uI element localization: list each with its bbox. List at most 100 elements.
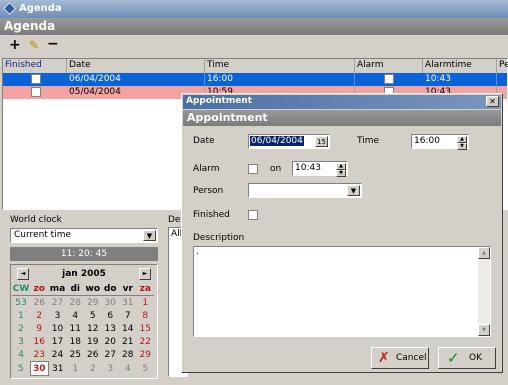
main-title-bar[interactable]: Agenda [0, 0, 508, 18]
calendar-day[interactable]: 6 [102, 309, 120, 322]
time-spinner[interactable]: ▲ ▼ [457, 136, 467, 150]
calendar-week-number: 1 [18, 310, 24, 321]
calendar-day-today[interactable]: 30 [29, 361, 49, 376]
cancel-button[interactable]: ✗ Cancel [371, 347, 429, 369]
calendar-day[interactable]: 17 [49, 335, 67, 348]
app-icon [3, 2, 16, 15]
date-field[interactable]: 06/04/2004 15 [248, 134, 330, 149]
calendar-day[interactable]: 18 [67, 335, 85, 348]
calendar-day[interactable]: 4 [67, 309, 85, 322]
ok-button[interactable]: ✓ OK [438, 347, 496, 369]
finished-checkbox[interactable] [31, 74, 41, 84]
column-header-alarm[interactable]: Alarm [355, 59, 423, 73]
finished-checkbox[interactable] [31, 87, 41, 97]
person-select[interactable]: ▼ [248, 183, 362, 198]
calendar-day[interactable]: 3 [49, 309, 67, 322]
calendar-day[interactable]: 13 [102, 322, 120, 335]
column-header-person[interactable]: Pe [497, 59, 508, 73]
calendar-day[interactable]: 27 [49, 296, 67, 310]
calendar-day[interactable]: 26 [84, 348, 102, 362]
calendar-day[interactable]: 14 [119, 322, 137, 335]
calendar-day[interactable]: 1 [137, 296, 155, 310]
column-header-time[interactable]: Time [205, 59, 355, 73]
calendar-day-header: wo [84, 282, 102, 296]
cell-date: 06/04/2004 [67, 73, 205, 86]
column-header-alarmtime[interactable]: Alarmtime [423, 59, 497, 73]
calendar-day[interactable]: 7 [119, 309, 137, 322]
chevron-down-icon[interactable]: ▼ [347, 185, 360, 196]
alarm-checkbox[interactable] [384, 74, 394, 84]
calendar-day[interactable]: 8 [137, 309, 155, 322]
add-button[interactable]: + [9, 37, 21, 53]
remove-button[interactable]: − [47, 36, 59, 52]
description-value: . [196, 247, 199, 257]
calendar-day[interactable]: 30 [102, 296, 120, 310]
column-header-finished[interactable]: Finished [3, 59, 67, 73]
alarm-on-label: on [270, 164, 282, 174]
calendar-day[interactable]: 24 [49, 348, 67, 362]
calendar-day-header: ma [48, 282, 67, 296]
calendar-day[interactable]: 25 [67, 348, 85, 362]
page-title: Agenda [4, 19, 56, 33]
alarm-checkbox[interactable] [248, 164, 258, 174]
calendar-day[interactable]: 21 [119, 335, 137, 348]
calendar-day[interactable]: 16 [30, 335, 49, 348]
chevron-right-icon: ► [142, 270, 148, 277]
clock-time: 11: 20: 45 [60, 249, 108, 259]
calendar-day[interactable]: 15 [137, 322, 155, 335]
calendar-day[interactable]: 23 [30, 348, 49, 362]
calendar-day[interactable]: 27 [102, 348, 120, 362]
alarm-label: Alarm [193, 164, 220, 174]
scroll-down-icon[interactable]: ▼ [478, 324, 490, 336]
calendar-day[interactable]: 4 [119, 362, 137, 376]
calendar-day[interactable]: 2 [30, 309, 49, 322]
calendar-day[interactable]: 29 [84, 296, 102, 310]
month-calendar: ◄ jan 2005 ► CW zo ma di wo do vr za 53 26 27 28 29 3… [10, 264, 158, 379]
calendar-next-button[interactable]: ► [139, 268, 151, 280]
close-icon: ✕ [489, 97, 496, 106]
cell-alarmtime: 10:43 [423, 73, 497, 86]
dialog-title-bar[interactable]: Appointment ✕ [183, 95, 501, 109]
column-header-date[interactable]: Date [67, 59, 205, 73]
dialog-header: Appointment [187, 111, 268, 124]
calendar-day[interactable]: 31 [49, 362, 67, 376]
edit-button[interactable]: ✎ [29, 38, 39, 52]
calendar-picker-button[interactable]: 15 [315, 136, 328, 147]
calendar-day[interactable]: 19 [84, 335, 102, 348]
table-row[interactable]: 06/04/2004 16:00 10:43 [3, 73, 507, 86]
alarm-time-spinner[interactable]: ▲ ▼ [336, 163, 346, 177]
world-clock-select[interactable]: Current time ▼ [10, 228, 158, 243]
calendar-day[interactable]: 28 [67, 296, 85, 310]
calendar-day[interactable]: 26 [30, 296, 49, 310]
calendar-day[interactable]: 10 [49, 322, 67, 335]
calendar-day[interactable]: 22 [137, 335, 155, 348]
calendar-day[interactable]: 9 [30, 322, 49, 335]
finished-checkbox[interactable] [248, 210, 258, 220]
chevron-down-icon[interactable]: ▼ [143, 230, 156, 241]
calendar-day[interactable]: 2 [84, 362, 102, 376]
calendar-day[interactable]: 28 [119, 348, 137, 362]
time-field[interactable]: 16:00 ▲ ▼ [411, 134, 469, 150]
spin-down-icon[interactable]: ▼ [457, 143, 467, 150]
spin-up-icon[interactable]: ▲ [336, 163, 346, 170]
spin-up-icon[interactable]: ▲ [457, 136, 467, 143]
description-scrollbar[interactable]: ▲ ▼ [478, 247, 490, 336]
calendar-day[interactable]: 20 [102, 335, 120, 348]
check-icon: ✓ [447, 349, 460, 367]
calendar-day[interactable]: 12 [84, 322, 102, 335]
cancel-icon: ✗ [378, 350, 390, 366]
calendar-week-row: 53 26 27 28 29 30 31 1 [12, 296, 154, 310]
alarm-time-field[interactable]: 10:43 ▲ ▼ [292, 161, 348, 177]
calendar-day[interactable]: 11 [67, 322, 85, 335]
dialog-close-button[interactable]: ✕ [486, 96, 499, 107]
calendar-day[interactable]: 3 [102, 362, 120, 376]
calendar-day[interactable]: 31 [119, 296, 137, 310]
calendar-day[interactable]: 5 [137, 362, 155, 376]
calendar-day[interactable]: 5 [84, 309, 102, 322]
scroll-up-icon[interactable]: ▲ [478, 247, 490, 259]
calendar-day[interactable]: 29 [137, 348, 155, 362]
spin-down-icon[interactable]: ▼ [336, 170, 346, 177]
description-textarea[interactable]: . ▲ ▼ [193, 246, 491, 337]
calendar-day[interactable]: 1 [67, 362, 85, 376]
calendar-week-number: 5 [17, 363, 24, 374]
